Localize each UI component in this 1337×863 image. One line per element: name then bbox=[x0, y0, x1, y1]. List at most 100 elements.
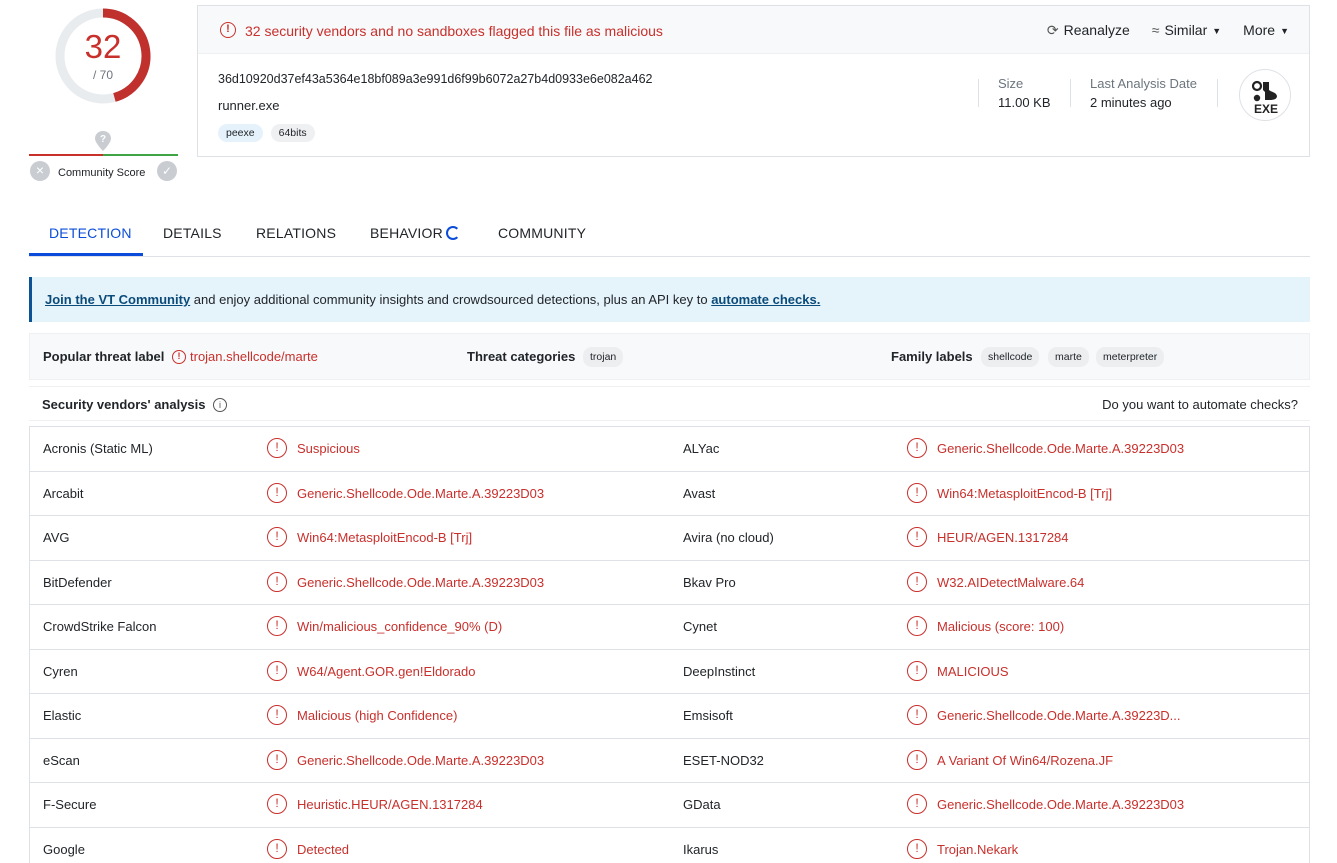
vote-harmless-icon[interactable]: × bbox=[30, 161, 50, 181]
tab-detection[interactable]: DETECTION bbox=[49, 225, 132, 241]
vendor-name: DeepInstinct bbox=[683, 663, 756, 679]
family-label-pill[interactable]: meterpreter bbox=[1096, 347, 1165, 367]
vendor-result: Generic.Shellcode.Ode.Marte.A.39223D03 bbox=[297, 752, 545, 768]
vendor-name: Ikarus bbox=[683, 841, 719, 857]
malicious-alert-icon: ! bbox=[907, 838, 927, 859]
svg-text:?: ? bbox=[100, 134, 106, 145]
file-actions: ⟳ Reanalyze ≈ Similar ▼ More ▼ bbox=[1047, 22, 1289, 39]
vendor-result: Generic.Shellcode.Ode.Marte.A.39223D03 bbox=[297, 485, 545, 501]
malicious-alert-icon: ! bbox=[907, 482, 927, 503]
vendor-result: Suspicious bbox=[297, 441, 360, 456]
file-tags: peexe 64bits bbox=[218, 124, 315, 142]
malicious-alert-icon: ! bbox=[267, 838, 287, 859]
alert-text: 32 security vendors and no sandboxes fla… bbox=[245, 23, 663, 39]
divider bbox=[1070, 79, 1071, 107]
divider bbox=[978, 79, 979, 107]
malicious-alert-icon: ! bbox=[267, 571, 287, 592]
vendors-analysis-header: Security vendors' analysis i Do you want… bbox=[29, 386, 1310, 421]
malicious-alert-icon: ! bbox=[267, 482, 287, 503]
info-icon[interactable]: i bbox=[213, 398, 227, 412]
active-tab-indicator bbox=[29, 253, 143, 256]
divider bbox=[1217, 79, 1218, 107]
file-name: runner.exe bbox=[218, 98, 280, 113]
malicious-alert-icon: ! bbox=[267, 794, 287, 814]
similar-button[interactable]: ≈ Similar ▼ bbox=[1152, 22, 1221, 39]
threat-category-pill[interactable]: trojan bbox=[583, 347, 624, 367]
exe-file-type-icon: EXE bbox=[1239, 69, 1291, 121]
vendor-result: Generic.Shellcode.Ode.Marte.A.39223D03 bbox=[937, 441, 1185, 456]
popular-threat-label-title: Popular threat label bbox=[43, 349, 165, 364]
community-score-label: Community Score bbox=[58, 167, 146, 179]
tag-peexe[interactable]: peexe bbox=[218, 124, 263, 142]
table-row: Cyren! W64/Agent.GOR.gen!Eldorado DeepInst… bbox=[30, 650, 1309, 694]
chevron-down-icon: ▼ bbox=[1212, 26, 1222, 36]
vendor-result: Detected bbox=[297, 841, 350, 857]
family-label-pill[interactable]: shellcode bbox=[981, 347, 1040, 367]
reanalyze-button[interactable]: ⟳ Reanalyze bbox=[1047, 22, 1130, 39]
banner-text: Join the VT Community and enjoy addition… bbox=[45, 292, 821, 307]
malicious-alert-icon: ! bbox=[267, 705, 287, 725]
tab-relations[interactable]: RELATIONS bbox=[256, 225, 336, 241]
join-community-link[interactable]: Join the VT Community bbox=[45, 292, 190, 307]
vendor-name: F-Secure bbox=[43, 797, 97, 812]
vendors-analysis-title: Security vendors' analysis bbox=[42, 397, 206, 412]
vendor-result: Win64:MetasploitEncod-B [Trj] bbox=[297, 530, 473, 545]
detection-score-gauge: 32 / 70 bbox=[51, 4, 155, 108]
refresh-icon: ⟳ bbox=[1046, 22, 1059, 38]
automate-checks-link[interactable]: automate checks. bbox=[711, 292, 820, 307]
vendor-name: Avira (no cloud) bbox=[683, 530, 774, 545]
loading-spinner-icon bbox=[446, 226, 460, 240]
similar-icon: ≈ bbox=[1151, 22, 1160, 38]
table-row: Acronis (Static ML)! Suspicious ALYac! Gene… bbox=[30, 427, 1309, 472]
automate-checks-prompt[interactable]: Do you want to automate checks? bbox=[1102, 397, 1298, 412]
tab-community[interactable]: COMMUNITY bbox=[498, 225, 586, 241]
file-summary-card: ! 32 security vendors and no sandboxes f… bbox=[197, 5, 1310, 157]
malicious-alert-icon: ! bbox=[907, 438, 927, 458]
vendor-name: ESET-NOD32 bbox=[683, 752, 764, 768]
malicious-alert-icon: ! bbox=[267, 438, 287, 458]
table-row: AVG! Win64:MetasploitEncod-B [Trj] Avira (… bbox=[30, 516, 1309, 561]
total-engines: / 70 bbox=[92, 68, 113, 82]
more-button[interactable]: More ▼ bbox=[1243, 22, 1289, 39]
vendor-result: MALICIOUS bbox=[937, 663, 1009, 679]
vendor-name: Cynet bbox=[683, 619, 717, 634]
malicious-alert-icon: ! bbox=[907, 571, 927, 592]
malicious-alert-icon: ! bbox=[907, 794, 927, 814]
vendor-name: Google bbox=[43, 841, 85, 857]
tab-details[interactable]: DETAILS bbox=[163, 225, 222, 241]
popular-threat-label-value[interactable]: trojan.shellcode/marte bbox=[190, 349, 318, 364]
vendor-name: Arcabit bbox=[43, 485, 84, 501]
vendor-result: Heuristic.HEUR/AGEN.1317284 bbox=[297, 797, 483, 812]
vendor-name: Avast bbox=[683, 485, 716, 501]
malicious-alert-icon: ! bbox=[907, 527, 927, 547]
vendor-result: Generic.Shellcode.Ode.Marte.A.39223D03 bbox=[297, 574, 545, 590]
tag-64bits[interactable]: 64bits bbox=[270, 124, 315, 142]
vendor-name: Emsisoft bbox=[683, 708, 733, 723]
malicious-alert-icon: ! bbox=[907, 660, 927, 681]
tab-behavior[interactable]: BEHAVIOR bbox=[370, 225, 443, 241]
malicious-alert-icon: ! bbox=[267, 749, 287, 770]
size-label: Size bbox=[998, 76, 1024, 91]
vendor-result: W32.AIDetectMalware.64 bbox=[937, 574, 1085, 590]
vendor-name: GData bbox=[683, 797, 721, 812]
table-row: CrowdStrike Falcon! Win/malicious_confide… bbox=[30, 605, 1309, 650]
community-banner: Join the VT Community and enjoy addition… bbox=[29, 277, 1310, 322]
svg-text:EXE: EXE bbox=[1254, 102, 1278, 116]
file-hash[interactable]: 36d10920d37ef43a5364e18bf089a3e991d6f99b… bbox=[218, 72, 653, 86]
malicious-alert-icon: ! bbox=[267, 616, 287, 636]
vendor-result: Trojan.Nekark bbox=[937, 841, 1019, 857]
vendors-table: Acronis (Static ML)! Suspicious ALYac! Gene… bbox=[29, 426, 1310, 863]
vendor-result: Generic.Shellcode.Ode.Marte.A.39223D... bbox=[937, 708, 1181, 723]
table-row: Elastic! Malicious (high Confidence) Emsis… bbox=[30, 694, 1309, 739]
vendor-result: Malicious (score: 100) bbox=[937, 619, 1065, 634]
malicious-alert-icon: ! bbox=[907, 705, 927, 725]
table-row: BitDefender! Generic.Shellcode.Ode.Marte.… bbox=[30, 561, 1309, 605]
alert-header: ! 32 security vendors and no sandboxes f… bbox=[198, 6, 1309, 54]
table-row: Google! Detected Ikarus! Trojan.Nekark bbox=[30, 828, 1309, 863]
malicious-alert-icon: ! bbox=[907, 749, 927, 770]
vendor-name: ALYac bbox=[683, 441, 720, 456]
vote-malicious-check-icon[interactable]: ✓ bbox=[157, 161, 177, 181]
main-tabs: DETECTION DETAILS RELATIONS BEHAVIOR COM… bbox=[29, 218, 1310, 257]
vendor-result: Malicious (high Confidence) bbox=[297, 708, 458, 723]
family-label-pill[interactable]: marte bbox=[1048, 347, 1089, 367]
